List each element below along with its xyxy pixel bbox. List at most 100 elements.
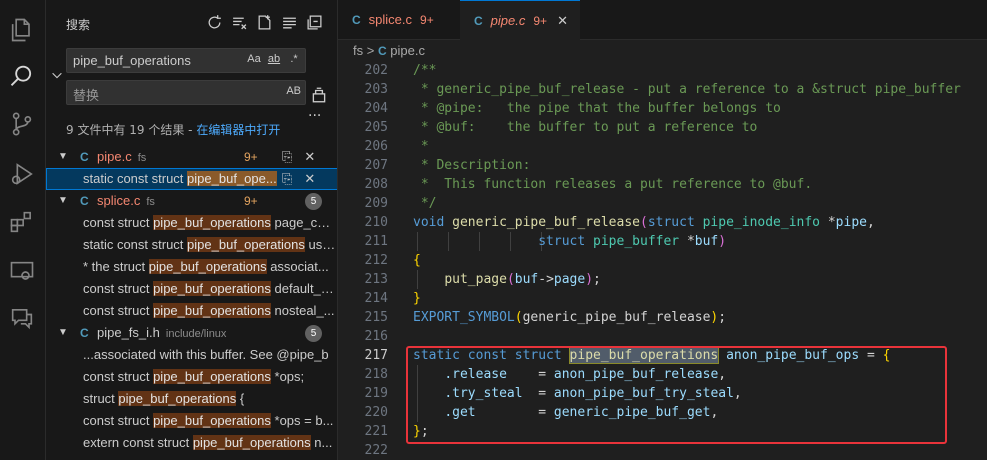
- result-file-pipe-c[interactable]: ▼ C pipe.c fs 9+ ⎘ ✕: [46, 146, 337, 168]
- toggle-replace-chevron-icon[interactable]: [50, 68, 64, 82]
- match-actions: ⎘ ✕: [282, 168, 315, 190]
- results-summary-text: 9 文件中有 19 个结果 -: [66, 123, 197, 137]
- close-icon[interactable]: ✕: [557, 13, 568, 28]
- editor-area: Csplice.c 9+ Cpipe.c 9+ ✕ fs > C pipe.c 202…: [338, 0, 987, 460]
- match-text: const struct pipe_buf_operations default…: [83, 281, 336, 296]
- replace-placeholder: 替换: [73, 88, 100, 103]
- code-text: * This function releases a put reference…: [413, 177, 813, 192]
- c-file-icon: C: [80, 326, 89, 340]
- code-line: 206 *: [338, 137, 987, 156]
- chevron-down-icon[interactable]: ▼: [58, 146, 68, 168]
- match-count-badge: 5: [305, 193, 322, 210]
- match-text: static const struct pipe_buf_operations …: [83, 237, 336, 252]
- chevron-down-icon[interactable]: ▼: [58, 322, 68, 344]
- chevron-down-icon[interactable]: ▼: [58, 190, 68, 212]
- sidebar-title: 搜索: [66, 18, 91, 32]
- line-number: 213: [364, 272, 388, 287]
- code-text: * Description:: [413, 158, 531, 173]
- collapse-all-icon[interactable]: [306, 14, 323, 31]
- new-search-editor-icon[interactable]: [256, 14, 273, 31]
- result-match-row[interactable]: static const struct pipe_buf_operations …: [46, 234, 337, 256]
- code-line: 203 * generic_pipe_buf_release - put a r…: [338, 80, 987, 99]
- remote-explorer-icon[interactable]: [8, 258, 36, 286]
- replace-all-icon[interactable]: [310, 86, 328, 104]
- result-match-row[interactable]: * the struct pipe_buf_operations associa…: [46, 256, 337, 278]
- code-text: }: [413, 291, 421, 306]
- result-match-row[interactable]: static const struct pipe_buf_ope... ⎘ ✕: [46, 168, 337, 190]
- tab-problem-count: 9+: [533, 14, 548, 28]
- replace-match-icon[interactable]: ⎘: [282, 168, 292, 190]
- search-icon[interactable]: [8, 62, 36, 90]
- match-text: * the struct pipe_buf_operations associa…: [83, 259, 329, 274]
- line-number: 221: [364, 424, 388, 439]
- code-line: 208 * This function releases a put refer…: [338, 175, 987, 194]
- tab-splice-c[interactable]: Csplice.c 9+: [338, 0, 460, 40]
- run-debug-icon[interactable]: [8, 160, 36, 188]
- tab-pipe-c[interactable]: Cpipe.c 9+ ✕: [460, 0, 580, 40]
- code-text: put_page(buf->page);: [444, 272, 601, 287]
- search-sidebar: 搜索 pipe_buf_operations Aa ab .* 替换 AB ..…: [46, 0, 338, 460]
- code-text: {: [413, 253, 421, 268]
- code-text: * generic_pipe_buf_release - put a refer…: [413, 82, 961, 97]
- code-line: 216: [338, 327, 987, 346]
- result-match-row[interactable]: const struct pipe_buf_operations *ops;: [46, 366, 337, 388]
- line-number: 218: [364, 367, 388, 382]
- code-line: 207 * Description:: [338, 156, 987, 175]
- result-match-row[interactable]: const struct pipe_buf_operations nosteal…: [46, 300, 337, 322]
- code-text: * @pipe: the pipe that the buffer belong…: [413, 101, 781, 116]
- result-file-pipe-fs-i-h[interactable]: ▼ C pipe_fs_i.h include/linux 5: [46, 322, 337, 344]
- code-text: struct pipe_buffer *buf): [538, 234, 727, 249]
- result-match-row[interactable]: extern const struct pipe_buf_operations …: [46, 432, 337, 454]
- result-match-row[interactable]: const struct pipe_buf_operations default…: [46, 278, 337, 300]
- code-line: 212 {: [338, 251, 987, 270]
- line-number: 211: [364, 234, 388, 249]
- open-in-editor-link[interactable]: 在编辑器中打开: [196, 123, 280, 137]
- c-file-icon: C: [474, 14, 483, 28]
- results-tree: ▼ C pipe.c fs 9+ ⎘ ✕ static const struct …: [46, 146, 337, 454]
- refresh-icon[interactable]: [206, 14, 223, 31]
- code-line: 214}: [338, 289, 987, 308]
- match-text: const struct pipe_buf_operations *ops;: [83, 369, 305, 384]
- breadcrumb-folder[interactable]: fs: [353, 43, 363, 58]
- code-text: EXPORT_SYMBOL(generic_pipe_buf_release);: [413, 310, 727, 325]
- problem-count: 9+: [244, 194, 258, 208]
- breadcrumb-file[interactable]: pipe.c: [390, 43, 425, 58]
- result-match-row[interactable]: const struct pipe_buf_operations *ops = …: [46, 410, 337, 432]
- explorer-icon[interactable]: [8, 16, 36, 44]
- code-line: 211 struct pipe_buffer *buf): [338, 232, 987, 251]
- toggle-details-button[interactable]: ...: [308, 104, 321, 120]
- replace-file-icon[interactable]: ⎘: [282, 146, 292, 168]
- result-file-name: splice.c fs: [97, 193, 155, 208]
- dismiss-icon[interactable]: ✕: [304, 146, 315, 168]
- result-match-row[interactable]: struct pipe_buf_operations {: [46, 388, 337, 410]
- match-whole-word-icon[interactable]: ab: [267, 53, 281, 65]
- preserve-case-icon[interactable]: AB: [286, 85, 301, 97]
- clear-results-icon[interactable]: [231, 14, 248, 31]
- result-match-row[interactable]: const struct pipe_buf_operations page_ca…: [46, 212, 337, 234]
- dismiss-icon[interactable]: ✕: [304, 168, 315, 190]
- line-number: 222: [364, 443, 388, 458]
- activity-bar: [0, 0, 46, 460]
- source-control-icon[interactable]: [8, 110, 36, 138]
- line-number: 212: [364, 253, 388, 268]
- tab-label: splice.c: [368, 12, 413, 27]
- match-text: struct pipe_buf_operations {: [83, 391, 245, 406]
- view-as-tree-icon[interactable]: [281, 14, 298, 31]
- chat-icon[interactable]: [8, 304, 36, 332]
- search-input[interactable]: pipe_buf_operations Aa ab .*: [66, 48, 306, 73]
- result-file-splice-c[interactable]: ▼ C splice.c fs 9+ 5: [46, 190, 337, 212]
- match-case-icon[interactable]: Aa: [247, 53, 261, 65]
- line-number: 215: [364, 310, 388, 325]
- use-regex-icon[interactable]: .*: [287, 53, 301, 65]
- match-count-badge: 5: [305, 325, 322, 342]
- match-text: const struct pipe_buf_operations *ops = …: [83, 413, 334, 428]
- code-text: */: [413, 196, 437, 211]
- replace-input[interactable]: 替换 AB: [66, 80, 306, 105]
- tab-problem-count: 9+: [420, 13, 434, 27]
- extensions-icon[interactable]: [8, 208, 36, 236]
- result-match-row[interactable]: ...associated with this buffer. See @pip…: [46, 344, 337, 366]
- breadcrumb: fs > C pipe.c: [353, 43, 425, 58]
- search-input-value: pipe_buf_operations: [73, 53, 191, 68]
- file-actions: ⎘ ✕: [282, 146, 315, 168]
- line-number: 220: [364, 405, 388, 420]
